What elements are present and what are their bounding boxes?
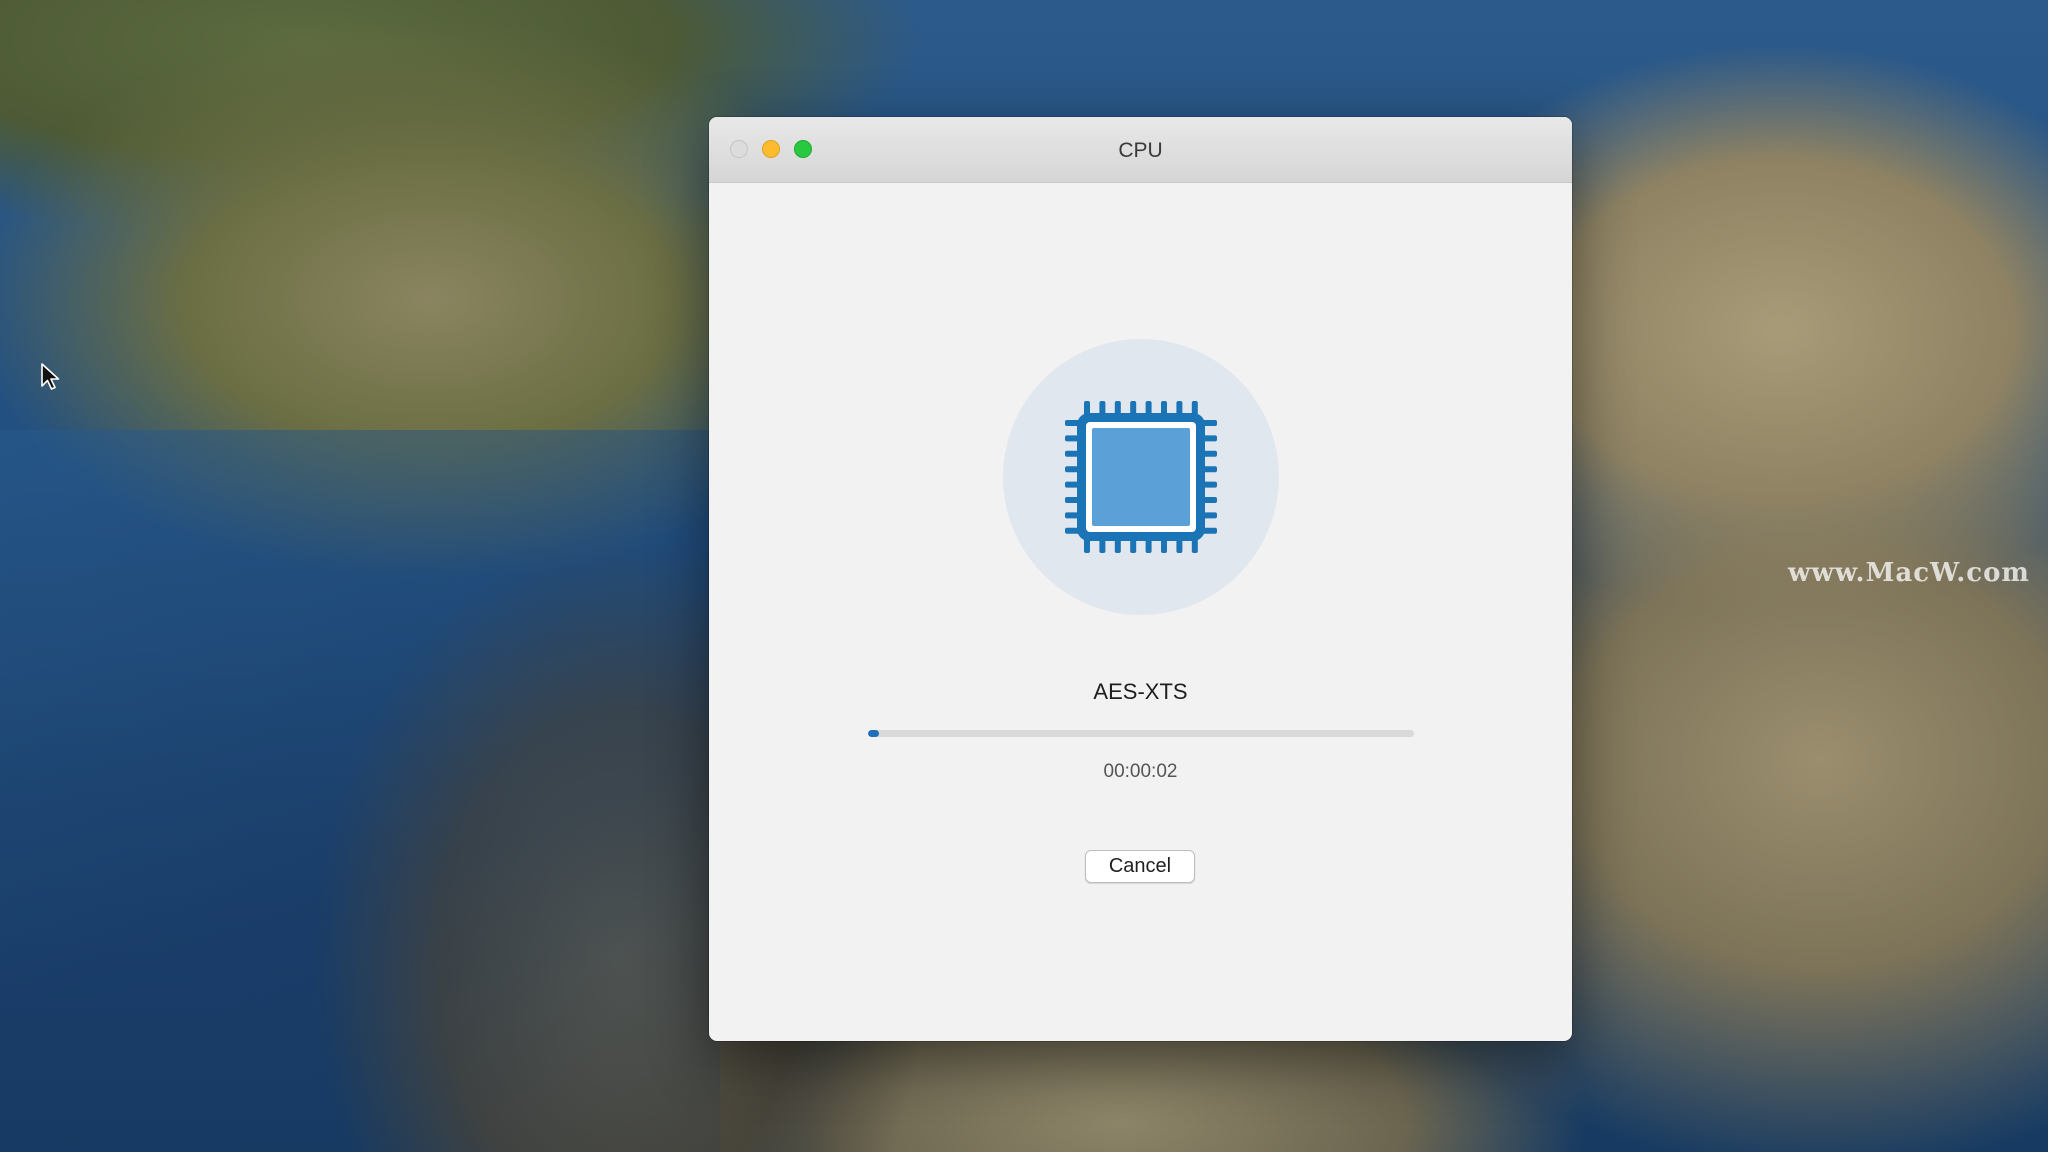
title-bar[interactable]: CPU — [709, 117, 1572, 183]
algorithm-label: AES-XTS — [1093, 679, 1188, 704]
progress-bar — [868, 730, 1414, 737]
mouse-pointer-icon — [41, 363, 60, 390]
cpu-icon-badge — [1003, 339, 1279, 615]
desktop-wallpaper: www.MacW.com CPU AES-XTS 00:00:02 Cancel — [0, 0, 2048, 1152]
benchmark-window: CPU AES-XTS 00:00:02 Cancel — [709, 117, 1572, 1041]
watermark-text: www.MacW.com — [1788, 558, 2030, 588]
cpu-chip-icon — [1065, 401, 1217, 553]
window-title: CPU — [1118, 139, 1163, 162]
elapsed-time: 00:00:02 — [1103, 761, 1178, 782]
progress-bar-fill — [868, 730, 879, 737]
wallpaper-sea — [0, 430, 720, 1152]
cancel-button[interactable]: Cancel — [1085, 850, 1195, 883]
